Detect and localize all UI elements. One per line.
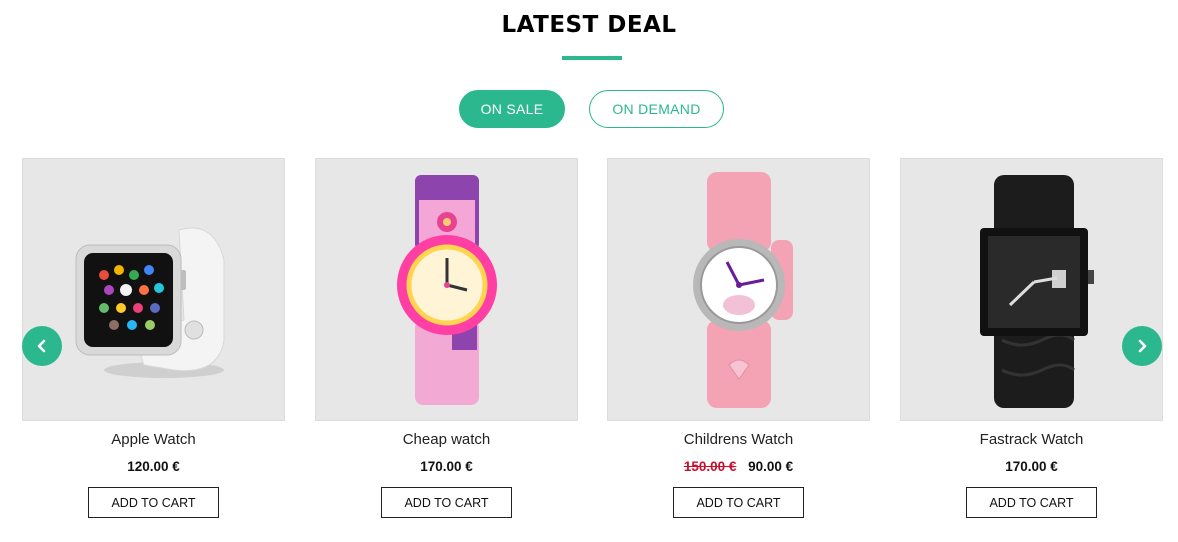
tab-on-demand[interactable]: ON DEMAND	[589, 90, 724, 128]
product-name[interactable]: Cheap watch	[315, 431, 578, 451]
carousel-prev-button[interactable]	[22, 326, 62, 366]
product-card: Cheap watch 170.00 € ADD TO CART	[315, 158, 578, 518]
product-image[interactable]	[900, 158, 1163, 421]
kids-flower-watch-image	[396, 174, 497, 405]
add-to-cart-button[interactable]: ADD TO CART	[966, 487, 1097, 518]
product-current-price: 170.00 €	[420, 459, 473, 474]
product-name[interactable]: Childrens Watch	[607, 431, 870, 451]
tab-on-sale[interactable]: ON SALE	[459, 90, 565, 128]
product-name[interactable]: Apple Watch	[22, 431, 285, 451]
product-name[interactable]: Fastrack Watch	[900, 431, 1163, 451]
black-square-watch-image	[979, 174, 1094, 408]
add-to-cart-button[interactable]: ADD TO CART	[381, 487, 512, 518]
chevron-right-icon	[1138, 339, 1147, 353]
chevron-left-icon	[37, 339, 46, 353]
apple-watch-image	[75, 227, 224, 378]
product-card: Childrens Watch 150.00 € 90.00 € ADD TO …	[607, 158, 870, 518]
product-old-price: 150.00 €	[683, 459, 737, 474]
product-current-price: 170.00 €	[1005, 459, 1058, 474]
product-current-price: 90.00 €	[748, 459, 794, 474]
pink-strap-watch-image	[692, 171, 793, 408]
carousel-next-button[interactable]	[1122, 326, 1162, 366]
title-underline	[562, 56, 622, 60]
product-price: 170.00 €	[315, 459, 578, 477]
product-image[interactable]	[22, 158, 285, 421]
add-to-cart-button[interactable]: ADD TO CART	[673, 487, 804, 518]
product-price: 150.00 € 90.00 €	[607, 459, 870, 477]
product-current-price: 120.00 €	[127, 459, 180, 474]
product-price: 120.00 €	[22, 459, 285, 477]
product-card: Apple Watch 120.00 € ADD TO CART	[22, 158, 285, 518]
add-to-cart-button[interactable]: ADD TO CART	[88, 487, 219, 518]
section-title: LATEST DEAL	[501, 12, 677, 38]
product-price: 170.00 €	[900, 459, 1163, 477]
product-image[interactable]	[607, 158, 870, 421]
product-image[interactable]	[315, 158, 578, 421]
